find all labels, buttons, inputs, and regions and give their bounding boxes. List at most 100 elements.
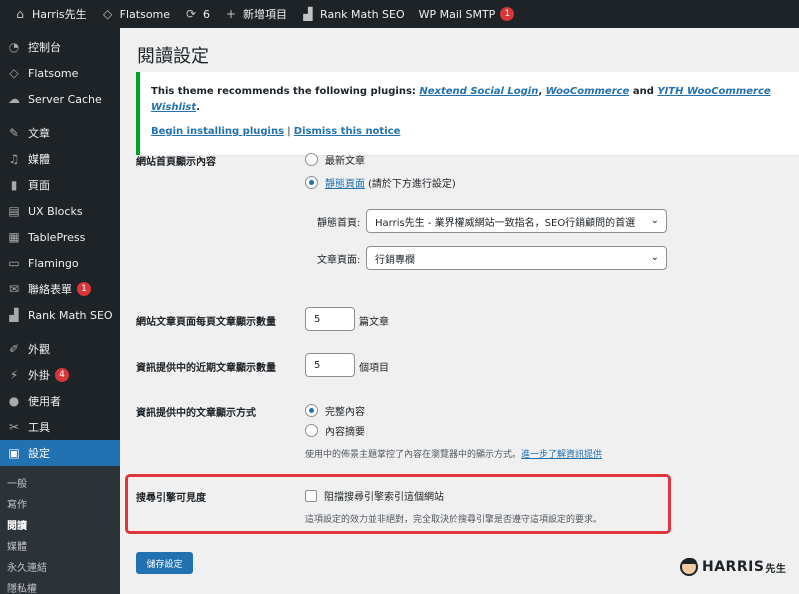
radio-excerpt[interactable]: 內容摘要: [305, 423, 365, 438]
updates-count: 6: [203, 7, 211, 21]
visibility-label: 搜尋引擎可見度: [136, 493, 206, 504]
begin-installing-link[interactable]: Begin installing plugins: [151, 126, 284, 137]
updates-link[interactable]: ⟳ 6: [177, 0, 217, 28]
menu-flatsome[interactable]: ◇ Flatsome: [0, 60, 120, 86]
wrench-icon: ✂: [8, 420, 20, 434]
plugins-badge: 4: [55, 368, 69, 382]
flatsome-link[interactable]: ◇ Flatsome: [94, 0, 177, 28]
menu-media[interactable]: ♫ 媒體: [0, 146, 120, 172]
submenu-media[interactable]: 媒體: [0, 535, 120, 556]
settings-icon: ▣: [8, 446, 20, 460]
blocks-icon: ▤: [8, 204, 20, 218]
submenu-reading[interactable]: 閱讀: [0, 514, 120, 535]
radio-latest-posts[interactable]: 最新文章: [305, 152, 365, 167]
submenu-general[interactable]: 一般: [0, 472, 120, 493]
notice-sep: ,: [538, 86, 546, 97]
user-icon: ●: [8, 394, 20, 408]
save-settings-button[interactable]: 儲存設定: [136, 552, 193, 574]
main-content: 閱讀設定 This theme recommends the following…: [120, 28, 799, 594]
radio-full-text-circle[interactable]: [305, 404, 318, 417]
chevron-down-icon: ⌄: [650, 252, 659, 263]
posts-per-page-input[interactable]: 5: [305, 307, 355, 331]
flatsome-label: Flatsome: [119, 7, 171, 21]
notice-link-nextend[interactable]: Nextend Social Login: [419, 86, 538, 97]
static-page-link[interactable]: 靜態頁面: [325, 175, 365, 190]
wpmail-label: WP Mail SMTP: [418, 7, 496, 21]
new-item-link[interactable]: + 新增項目: [217, 0, 294, 28]
posts-page-value: 行銷專欄: [375, 254, 415, 266]
chevron-down-icon: ⌄: [650, 215, 659, 226]
static-front-select[interactable]: Harris先生 - 業界權威網站一致指名，SEO行銷顧問的首選 ⌄: [366, 209, 667, 233]
feed-count-input[interactable]: 5: [305, 353, 355, 377]
menu-pages[interactable]: ▮ 頁面: [0, 172, 120, 198]
notice-text: This theme recommends the following plug…: [151, 84, 789, 116]
radio-full-text[interactable]: 完整內容: [305, 403, 365, 418]
feed-display-label: 資訊提供中的文章顯示方式: [136, 408, 256, 419]
mail-icon: ✉: [8, 282, 20, 296]
page-icon: ▮: [10, 178, 18, 192]
menu-label: TablePress: [28, 230, 86, 244]
menu-tools[interactable]: ✂ 工具: [0, 414, 120, 440]
discourage-search-checkbox-box[interactable]: [305, 489, 317, 502]
menu-label: Flamingo: [28, 256, 79, 270]
menu-dashboard[interactable]: ◔ 控制台: [0, 34, 120, 60]
menu-label: 頁面: [28, 179, 50, 192]
menu-rankmath[interactable]: ▟ Rank Math SEO: [0, 302, 120, 328]
discourage-search-checkbox[interactable]: 阻擋搜尋引擎索引這個網站: [305, 488, 444, 503]
rankmath-link[interactable]: ▟ Rank Math SEO: [294, 0, 412, 28]
feed-display-desc: 使用中的佈景主題掌控了內容在瀏覽器中的顯示方式。進一步了解資訊提供: [305, 447, 602, 460]
visibility-desc: 這項設定的效力並非絕對，完全取決於搜尋引擎是否遵守這項設定的要求。: [305, 515, 603, 525]
plugin-icon: ⚡: [9, 368, 19, 382]
radio-static-page-circle[interactable]: [305, 176, 318, 189]
harris-logo: HARRIS 先生: [680, 558, 786, 576]
pin-icon: ✎: [8, 126, 20, 140]
learn-more-feeds-link[interactable]: 進一步了解資訊提供: [521, 450, 602, 460]
menu-ux-blocks[interactable]: ▤ UX Blocks: [0, 198, 120, 224]
feed-display-desc-text: 使用中的佈景主題掌控了內容在瀏覽器中的顯示方式。: [305, 450, 522, 460]
plugin-notice: This theme recommends the following plug…: [136, 72, 799, 155]
menu-plugins[interactable]: ⚡ 外掛 4: [0, 362, 120, 388]
menu-label: 設定: [28, 447, 50, 460]
posts-per-page-label: 網站文章頁面每頁文章顯示數量: [136, 317, 276, 328]
admin-sidebar: ◔ 控制台 ◇ Flatsome ☁ Server Cache ✎ 文章 ♫ 媒體 ▮ 頁面…: [0, 28, 120, 594]
posts-per-page-unit: 篇文章: [359, 317, 389, 328]
home-icon: ⌂: [16, 7, 24, 21]
menu-server-cache[interactable]: ☁ Server Cache: [0, 86, 120, 112]
flamingo-icon: ▭: [8, 256, 20, 270]
menu-posts[interactable]: ✎ 文章: [0, 120, 120, 146]
menu-contact-forms[interactable]: ✉ 聯絡表單 1: [0, 276, 120, 302]
radio-latest-posts-circle[interactable]: [305, 153, 318, 166]
menu-label: 控制台: [28, 41, 61, 54]
notice-sep: and: [629, 86, 658, 97]
submenu-privacy[interactable]: 隱私權: [0, 577, 120, 594]
menu-label: 文章: [28, 127, 50, 140]
site-name-link[interactable]: ⌂ Harris先生: [6, 0, 94, 28]
static-front-value: Harris先生 - 業界權威網站一致指名，SEO行銷顧問的首選: [375, 217, 636, 229]
notice-link-woocommerce[interactable]: WooCommerce: [546, 86, 630, 97]
logo-main: HARRIS: [702, 559, 765, 575]
menu-users[interactable]: ● 使用者: [0, 388, 120, 414]
table-icon: ▦: [8, 230, 20, 244]
menu-label: 工具: [28, 421, 50, 434]
static-front-label: 靜態首頁:: [317, 218, 361, 229]
menu-tablepress[interactable]: ▦ TablePress: [0, 224, 120, 250]
cloud-icon: ☁: [8, 92, 20, 106]
radio-static-page[interactable]: 靜態頁面 (請於下方進行設定): [305, 175, 456, 190]
submenu-writing[interactable]: 寫作: [0, 493, 120, 514]
chart-icon: ▟: [9, 308, 19, 322]
menu-flamingo[interactable]: ▭ Flamingo: [0, 250, 120, 276]
menu-label: 聯絡表單: [28, 283, 72, 296]
menu-appearance[interactable]: ✐ 外觀: [0, 336, 120, 362]
plus-icon: +: [226, 7, 237, 21]
posts-page-select[interactable]: 行銷專欄 ⌄: [366, 246, 667, 270]
wpmail-link[interactable]: WP Mail SMTP 1: [412, 0, 522, 28]
dismiss-notice-link[interactable]: Dismiss this notice: [294, 126, 401, 137]
radio-excerpt-label: 內容摘要: [325, 427, 365, 438]
radio-excerpt-circle[interactable]: [305, 424, 318, 437]
submenu-permalinks[interactable]: 永久連結: [0, 556, 120, 577]
menu-settings[interactable]: ▣ 設定: [0, 440, 120, 466]
radio-full-text-label: 完整內容: [325, 407, 365, 418]
logo-suffix: 先生: [765, 563, 787, 575]
posts-page-label: 文章頁面:: [317, 255, 361, 266]
flatsome-icon: ◇: [9, 66, 19, 80]
